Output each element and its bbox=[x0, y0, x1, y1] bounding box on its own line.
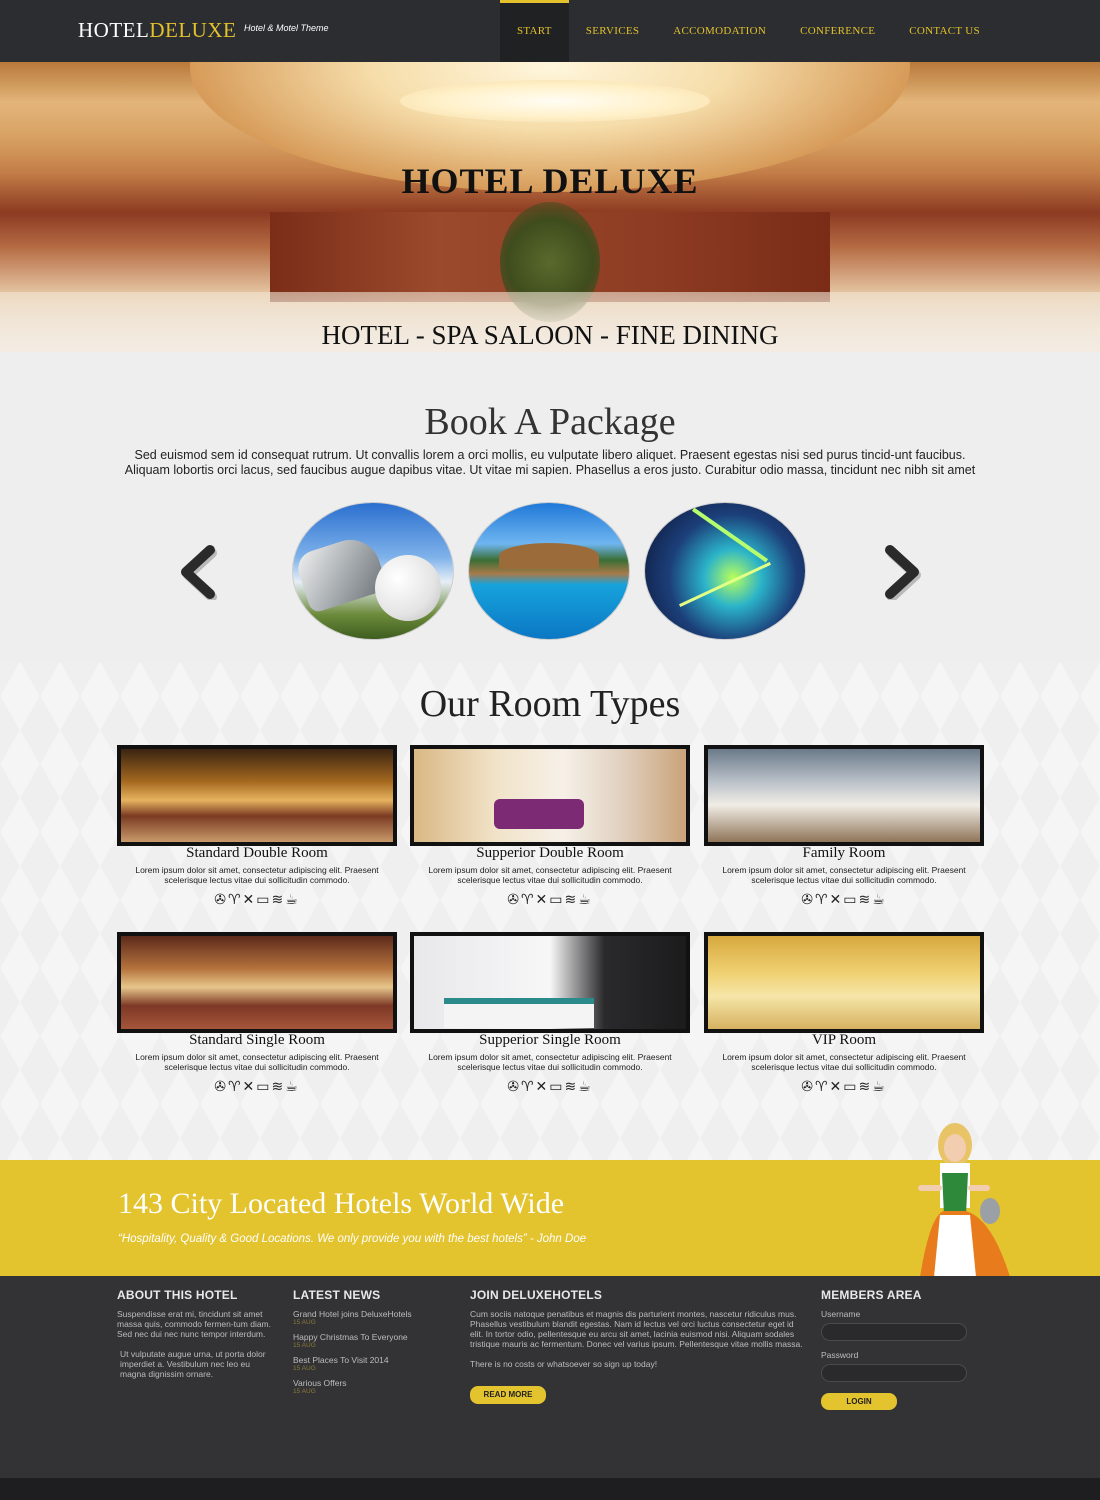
password-label: Password bbox=[821, 1350, 859, 1360]
golf-club-image bbox=[293, 532, 389, 614]
nav-item-conference[interactable]: CONFERENCE bbox=[783, 0, 892, 62]
carousel-next-arrow-icon[interactable] bbox=[880, 544, 926, 600]
room-photo[interactable] bbox=[117, 745, 397, 846]
hero-chandelier-image bbox=[400, 80, 710, 122]
footer-join-text-2: There is no costs or whatsoever so sign … bbox=[470, 1359, 658, 1369]
room-photo[interactable] bbox=[410, 745, 690, 846]
footer-news-heading: LATEST NEWS bbox=[293, 1288, 381, 1302]
room-amenities-icons: ✇♈✕▭≋☕ bbox=[801, 892, 887, 908]
footer-about-heading: ABOUT THIS HOTEL bbox=[117, 1288, 238, 1302]
news-date: 15 AUG bbox=[293, 1365, 316, 1372]
pool-hut-image bbox=[499, 543, 599, 569]
room-amenities-icons: ✇♈✕▭≋☕ bbox=[507, 892, 593, 908]
footer-join-text-1: Cum sociis natoque penatibus et magnis d… bbox=[470, 1309, 803, 1349]
banner-title: 143 City Located Hotels World Wide bbox=[118, 1187, 565, 1220]
room-description: Lorem ipsum dolor sit amet, consectetur … bbox=[428, 865, 672, 885]
room-photo[interactable] bbox=[410, 932, 690, 1033]
package-description: Sed euismod sem id consequat rutrum. Ut … bbox=[124, 448, 976, 477]
hero-title: HOTEL DELUXE bbox=[401, 161, 699, 201]
logo-text-hotel: HOTEL bbox=[78, 18, 150, 42]
logo-text-deluxe: DELUXE bbox=[149, 18, 237, 42]
room-description: Lorem ipsum dolor sit amet, consectetur … bbox=[722, 865, 966, 885]
room-description: Lorem ipsum dolor sit amet, consectetur … bbox=[428, 1052, 672, 1072]
room-amenities-icons: ✇♈✕▭≋☕ bbox=[214, 1079, 300, 1095]
site-logo[interactable]: HOTELDELUXE bbox=[78, 18, 236, 43]
news-item[interactable]: Grand Hotel joins DeluxeHotels 15 AUG bbox=[293, 1309, 453, 1327]
footer-members-column: MEMBERS AREA Username Password LOGIN bbox=[821, 1288, 981, 1410]
hero-banner: HOTEL DELUXE HOTEL - SPA SALOON - FINE D… bbox=[0, 62, 1100, 352]
book-package-section: Book A Package Sed euismod sem id conseq… bbox=[0, 352, 1100, 662]
carousel-prev-arrow-icon[interactable] bbox=[174, 544, 220, 600]
room-photo[interactable] bbox=[704, 932, 984, 1033]
room-name: Supperior Single Room bbox=[479, 1032, 621, 1048]
room-card[interactable]: Supperior Double Room Lorem ipsum dolor … bbox=[410, 745, 690, 925]
news-item[interactable]: Various Offers 15 AUG bbox=[293, 1378, 453, 1396]
news-date: 15 AUG bbox=[293, 1319, 316, 1326]
room-name: VIP Room bbox=[811, 1032, 877, 1048]
footer-news-column: LATEST NEWS Grand Hotel joins DeluxeHote… bbox=[293, 1288, 453, 1401]
nav-item-start[interactable]: START bbox=[500, 0, 569, 62]
footer-about-column: ABOUT THIS HOTEL Suspendisse erat mi, ti… bbox=[117, 1288, 277, 1379]
nav-item-accomodation[interactable]: ACCOMODATION bbox=[656, 0, 783, 62]
package-slide-nightclub[interactable] bbox=[645, 503, 805, 639]
room-card[interactable]: VIP Room Lorem ipsum dolor sit amet, con… bbox=[704, 932, 984, 1112]
room-types-section: Our Room Types Standard Double Room Lore… bbox=[0, 662, 1100, 1160]
news-title[interactable]: Happy Christmas To Everyone bbox=[293, 1332, 453, 1342]
laser-beam-image bbox=[679, 562, 771, 607]
golf-ball-image bbox=[375, 555, 441, 621]
hostess-illustration bbox=[918, 1123, 1010, 1277]
banner-quote: “Hospitality, Quality & Good Locations. … bbox=[118, 1233, 587, 1245]
room-description: Lorem ipsum dolor sit amet, consectetur … bbox=[722, 1052, 966, 1072]
news-title[interactable]: Various Offers bbox=[293, 1378, 453, 1388]
package-slide-pool[interactable] bbox=[469, 503, 629, 639]
room-name: Standard Double Room bbox=[186, 845, 328, 861]
news-title[interactable]: Best Places To Visit 2014 bbox=[293, 1355, 453, 1365]
laser-beam-image bbox=[691, 507, 769, 563]
news-date: 15 AUG bbox=[293, 1342, 316, 1349]
login-button[interactable]: LOGIN bbox=[821, 1393, 897, 1410]
room-name: Standard Single Room bbox=[189, 1032, 325, 1048]
news-title[interactable]: Grand Hotel joins DeluxeHotels bbox=[293, 1309, 453, 1319]
room-name: Family Room bbox=[802, 845, 886, 861]
bed-image bbox=[444, 998, 594, 1028]
main-nav: START SERVICES ACCOMODATION CONFERENCE C… bbox=[500, 0, 997, 62]
room-card[interactable]: Supperior Single Room Lorem ipsum dolor … bbox=[410, 932, 690, 1112]
room-description: Lorem ipsum dolor sit amet, consectetur … bbox=[135, 865, 379, 885]
news-date: 15 AUG bbox=[293, 1388, 316, 1395]
news-item[interactable]: Best Places To Visit 2014 15 AUG bbox=[293, 1355, 453, 1373]
username-label: Username bbox=[821, 1309, 861, 1319]
sofa-image bbox=[494, 799, 584, 829]
room-amenities-icons: ✇♈✕▭≋☕ bbox=[214, 892, 300, 908]
footer-join-column: JOIN DELUXEHOTELS Cum sociis natoque pen… bbox=[470, 1288, 804, 1404]
nav-item-contact-us[interactable]: CONTACT US bbox=[892, 0, 997, 62]
room-card[interactable]: Standard Double Room Lorem ipsum dolor s… bbox=[117, 745, 397, 925]
footer-bottom-bar bbox=[0, 1478, 1100, 1500]
room-name: Supperior Double Room bbox=[476, 845, 624, 861]
logo-tagline: Hotel & Motel Theme bbox=[244, 23, 329, 33]
room-description: Lorem ipsum dolor sit amet, consectetur … bbox=[135, 1052, 379, 1072]
password-input[interactable] bbox=[821, 1364, 967, 1382]
room-amenities-icons: ✇♈✕▭≋☕ bbox=[507, 1079, 593, 1095]
footer-join-heading: JOIN DELUXEHOTELS bbox=[470, 1288, 603, 1302]
hero-subtitle: HOTEL - SPA SALOON - FINE DINING bbox=[321, 320, 779, 350]
username-input[interactable] bbox=[821, 1323, 967, 1341]
room-photo[interactable] bbox=[117, 932, 397, 1033]
footer-about-text-1: Suspendisse erat mi, tincidunt sit amet … bbox=[117, 1309, 271, 1339]
top-navigation-bar: HOTELDELUXE Hotel & Motel Theme START SE… bbox=[0, 0, 1100, 62]
news-item[interactable]: Happy Christmas To Everyone 15 AUG bbox=[293, 1332, 453, 1350]
read-more-button[interactable]: READ MORE bbox=[470, 1386, 546, 1404]
package-title: Book A Package bbox=[424, 401, 676, 443]
footer-members-heading: MEMBERS AREA bbox=[821, 1288, 922, 1302]
room-card[interactable]: Family Room Lorem ipsum dolor sit amet, … bbox=[704, 745, 984, 925]
package-slide-golf[interactable] bbox=[293, 503, 453, 639]
room-amenities-icons: ✇♈✕▭≋☕ bbox=[801, 1079, 887, 1095]
nav-item-services[interactable]: SERVICES bbox=[569, 0, 656, 62]
rooms-title: Our Room Types bbox=[419, 683, 681, 725]
footer-about-text-2: Ut vulputate augue urna, ut porta dolor … bbox=[120, 1349, 266, 1379]
room-photo[interactable] bbox=[704, 745, 984, 846]
room-card[interactable]: Standard Single Room Lorem ipsum dolor s… bbox=[117, 932, 397, 1112]
